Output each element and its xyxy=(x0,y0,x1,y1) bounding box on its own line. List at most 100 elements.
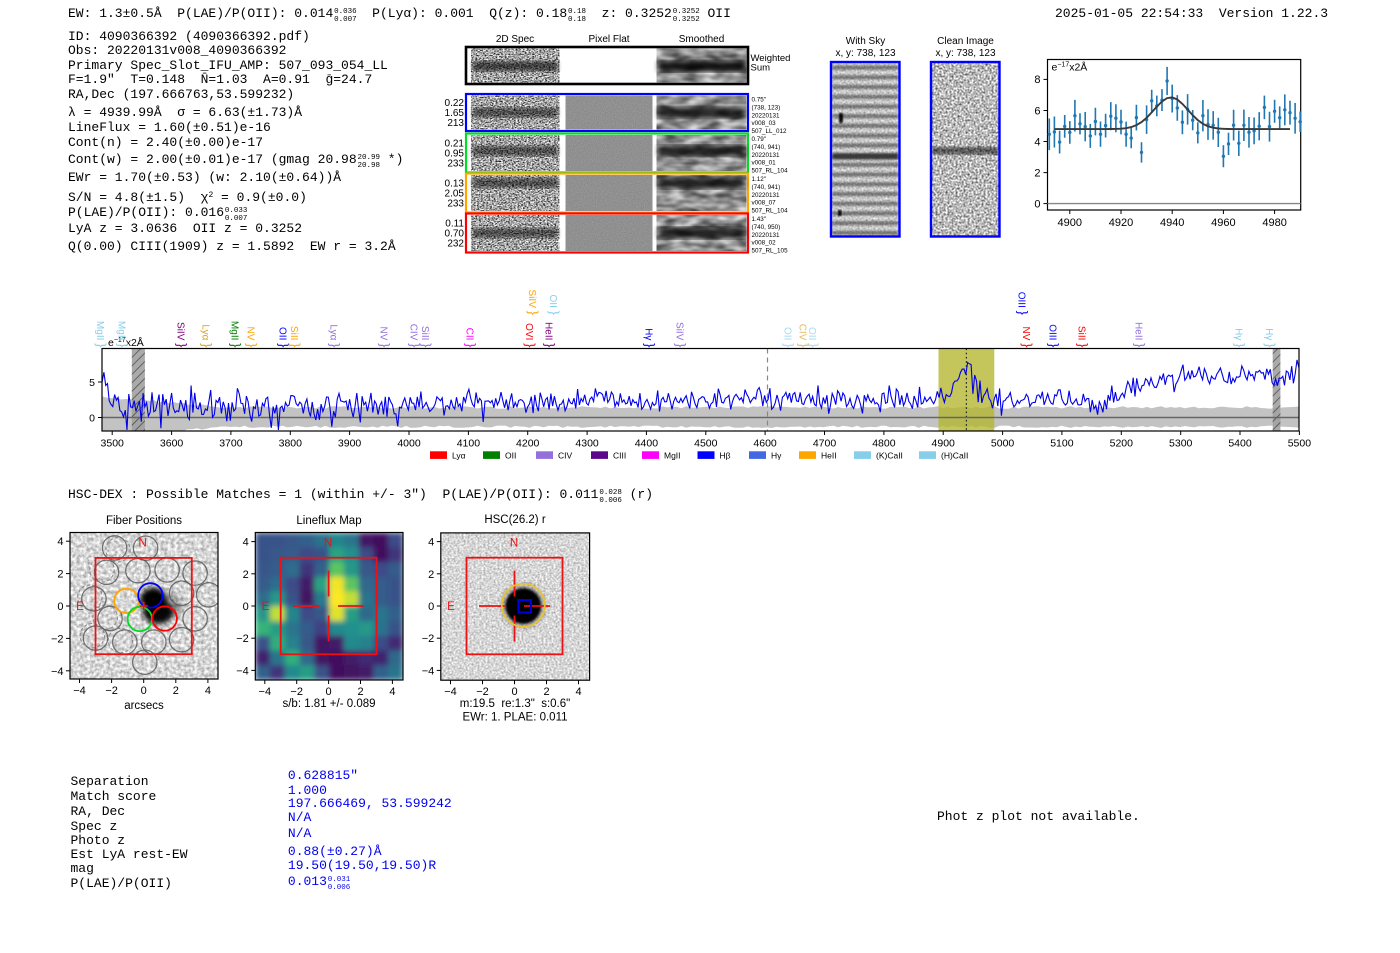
svg-text:3800: 3800 xyxy=(279,438,303,450)
svg-text:With Sky: With Sky xyxy=(846,36,885,47)
svg-text:4100: 4100 xyxy=(457,438,481,450)
svg-text:2: 2 xyxy=(243,569,249,581)
svg-text:−2: −2 xyxy=(290,686,303,698)
svg-text:(738, 123): (738, 123) xyxy=(752,104,781,111)
svg-text:232: 232 xyxy=(447,238,464,249)
svg-text:4: 4 xyxy=(389,686,395,698)
svg-text:SiII }: SiII } xyxy=(419,326,434,348)
svg-text:0: 0 xyxy=(141,685,147,697)
svg-text:HeII }: HeII } xyxy=(1133,322,1148,348)
svg-text:5500: 5500 xyxy=(1288,438,1312,450)
svg-text:4920: 4920 xyxy=(1109,217,1133,229)
svg-text:5000: 5000 xyxy=(991,438,1015,450)
svg-text:20220131: 20220131 xyxy=(752,112,781,119)
svg-text:−2: −2 xyxy=(236,633,249,645)
svg-text:6: 6 xyxy=(1034,105,1040,117)
svg-text:0: 0 xyxy=(89,412,95,424)
svg-text:2: 2 xyxy=(1034,167,1040,179)
svg-text:8: 8 xyxy=(1034,74,1040,86)
svg-text:v008_02: v008_02 xyxy=(752,240,777,247)
svg-text:m:19.5 re:1.3" s:0.6": m:19.5 re:1.3" s:0.6" xyxy=(460,698,570,710)
svg-text:−2: −2 xyxy=(476,686,489,698)
svg-text:OII }: OII } xyxy=(782,327,797,348)
svg-text:−2: −2 xyxy=(51,633,64,645)
svg-text:(K)CaII: (K)CaII xyxy=(876,450,903,460)
svg-text:E: E xyxy=(447,601,455,613)
svg-text:3500: 3500 xyxy=(101,438,125,450)
svg-text:2: 2 xyxy=(173,685,179,697)
svg-text:OVI }: OVI } xyxy=(523,323,538,348)
svg-text:2D Spec: 2D Spec xyxy=(496,34,534,45)
svg-text:CIII: CIII xyxy=(613,450,626,460)
svg-text:5100: 5100 xyxy=(1050,438,1074,450)
svg-text:−4: −4 xyxy=(444,686,457,698)
svg-text:Hγ }: Hγ } xyxy=(1233,328,1248,348)
svg-text:213: 213 xyxy=(447,118,464,129)
svg-text:Hγ: Hγ xyxy=(771,450,782,460)
svg-text:0: 0 xyxy=(511,686,517,698)
svg-text:4960: 4960 xyxy=(1211,217,1235,229)
svg-text:−2: −2 xyxy=(422,633,435,645)
svg-text:4: 4 xyxy=(575,686,581,698)
svg-text:0: 0 xyxy=(1034,198,1040,210)
svg-text:1.43": 1.43" xyxy=(752,216,767,223)
svg-text:0: 0 xyxy=(428,601,434,613)
svg-text:507_LL_012: 507_LL_012 xyxy=(752,128,788,135)
svg-text:(740, 941): (740, 941) xyxy=(752,144,781,151)
svg-text:SiIV }: SiIV } xyxy=(674,322,689,348)
svg-text:NV }: NV } xyxy=(1020,326,1035,348)
svg-text:v008_03: v008_03 xyxy=(752,120,777,127)
svg-text:3600: 3600 xyxy=(160,438,184,450)
svg-text:Hγ }: Hγ } xyxy=(1263,328,1278,348)
svg-text:SiII }: SiII } xyxy=(288,326,303,348)
svg-text:MgII }: MgII } xyxy=(116,321,131,348)
svg-text:4800: 4800 xyxy=(872,438,896,450)
svg-text:0.79": 0.79" xyxy=(752,136,767,143)
svg-text:4700: 4700 xyxy=(813,438,837,450)
svg-text:3900: 3900 xyxy=(338,438,362,450)
svg-text:4900: 4900 xyxy=(932,438,956,450)
svg-text:MgII }: MgII } xyxy=(229,321,244,348)
svg-text:4400: 4400 xyxy=(635,438,659,450)
svg-text:E: E xyxy=(262,601,270,613)
svg-text:4: 4 xyxy=(243,537,249,549)
svg-text:20220131: 20220131 xyxy=(752,192,781,199)
svg-text:s/b: 1.81 +/- 0.089: s/b: 1.81 +/- 0.089 xyxy=(282,698,375,710)
svg-text:2: 2 xyxy=(543,686,549,698)
svg-text:0.75": 0.75" xyxy=(752,97,767,104)
svg-text:Clean Image: Clean Image xyxy=(937,36,994,47)
svg-text:NV }: NV } xyxy=(378,326,393,348)
svg-text:v008_01: v008_01 xyxy=(752,160,777,167)
svg-text:EWr: 1. PLAE: 0.011: EWr: 1. PLAE: 0.011 xyxy=(462,712,567,724)
svg-text:HeII }: HeII } xyxy=(543,322,558,348)
svg-text:−4: −4 xyxy=(236,665,249,677)
svg-text:OII: OII xyxy=(505,450,516,460)
svg-text:−4: −4 xyxy=(73,685,86,697)
svg-text:NV }: NV } xyxy=(245,326,260,348)
svg-text:Lyα: Lyα xyxy=(452,450,466,460)
svg-text:233: 233 xyxy=(447,158,464,169)
svg-text:0: 0 xyxy=(57,601,63,613)
svg-text:5: 5 xyxy=(89,377,95,389)
svg-text:Lineflux Map: Lineflux Map xyxy=(296,515,361,527)
svg-text:507_RL_104: 507_RL_104 xyxy=(752,168,789,175)
svg-text:4900: 4900 xyxy=(1058,217,1082,229)
svg-text:SiIV }: SiIV } xyxy=(526,290,541,316)
svg-text:4300: 4300 xyxy=(575,438,599,450)
svg-text:Sum: Sum xyxy=(751,63,771,74)
svg-text:4: 4 xyxy=(428,537,434,549)
svg-text:Pixel Flat: Pixel Flat xyxy=(588,34,629,45)
svg-text:1.12": 1.12" xyxy=(752,176,767,183)
svg-text:(740, 950): (740, 950) xyxy=(752,224,781,231)
svg-text:HSC(26.2) r: HSC(26.2) r xyxy=(484,514,546,526)
svg-text:4600: 4600 xyxy=(753,438,777,450)
svg-text:4500: 4500 xyxy=(694,438,718,450)
svg-text:4940: 4940 xyxy=(1160,217,1184,229)
svg-text:5200: 5200 xyxy=(1110,438,1134,450)
svg-text:4: 4 xyxy=(1034,136,1040,148)
svg-text:x, y: 738, 123: x, y: 738, 123 xyxy=(935,48,995,59)
svg-text:MgII }: MgII } xyxy=(94,321,109,348)
svg-text:4: 4 xyxy=(57,536,63,548)
svg-text:OIII }: OIII } xyxy=(1047,324,1062,348)
svg-text:2: 2 xyxy=(428,569,434,581)
